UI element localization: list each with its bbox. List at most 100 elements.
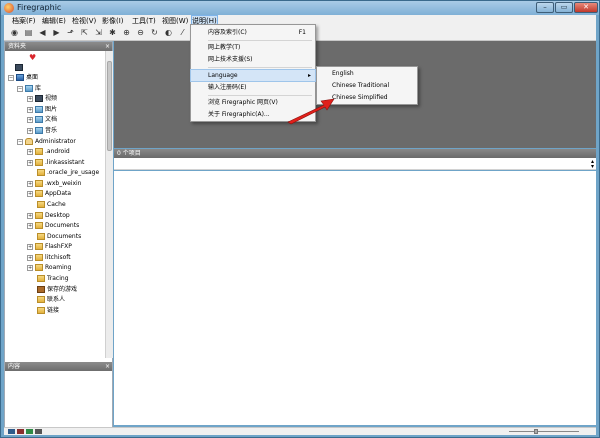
import-icon[interactable]: ⇲ [93,27,104,39]
status-square [17,429,24,434]
tree-scroll-thumb[interactable] [107,61,112,151]
printer-icon[interactable]: ▤ [23,27,34,39]
tree-item[interactable]: Cache [37,200,66,210]
tree-item[interactable]: + Documents [27,221,79,231]
menu-item-label: 输入注册码(E) [208,84,247,91]
rotate-icon[interactable]: ↻ [149,27,160,39]
zoom-slider-track[interactable] [509,431,579,432]
camera-icon[interactable]: ◉ [9,27,20,39]
zoom-in-icon[interactable]: ⊕ [121,27,132,39]
tree-item[interactable]: + Desktop [27,211,70,221]
tree-item[interactable]: Documents [37,232,81,242]
shortcut-label: F1 [298,29,306,36]
tree-item[interactable]: ♥ [29,53,38,63]
export-icon[interactable]: ⇱ [79,27,90,39]
tree-label: 音乐 [45,127,58,134]
tree-label: .oracle_jre_usage [47,169,100,176]
tree-item[interactable]: + Roaming [27,263,71,273]
folders-close-button[interactable]: × [105,42,110,51]
expand-icon[interactable]: + [27,95,33,102]
menu-divider [208,40,312,41]
menu-tools[interactable]: 工具(T) [132,16,156,26]
up-icon[interactable]: ⬏ [65,27,76,39]
expand-icon[interactable]: + [27,254,33,261]
expand-icon[interactable]: + [27,127,33,134]
expand-icon[interactable]: + [27,180,33,187]
tree-item[interactable]: + .linkassistant [27,158,84,168]
tree-item[interactable]: + .android [27,147,70,157]
maximize-button[interactable]: ▭ [555,2,573,13]
language-chinese-traditional[interactable]: Chinese Traditional [317,80,417,92]
expand-icon[interactable]: + [27,212,33,219]
expand-icon[interactable]: + [27,116,33,123]
tree-item[interactable]: + 图片 [27,105,57,115]
tree-label: 桌面 [26,74,39,81]
scroll-down-icon[interactable]: ▾ [591,163,594,170]
menu-item-support[interactable]: 网上技术支援(S) [191,54,315,65]
tree-item[interactable]: + litchisoft [27,253,71,263]
title-bar[interactable]: Firegraphic – ▭ ✕ [1,1,599,15]
folder-icon [35,159,43,166]
content-close-button[interactable]: × [105,362,110,371]
collapse-icon[interactable]: − [17,138,23,145]
menu-item-language[interactable]: Language ▸ [190,69,316,82]
expand-icon[interactable]: + [27,159,33,166]
expand-icon[interactable]: + [27,148,33,155]
menu-item-contents[interactable]: 内容及索引(C) F1 [191,27,315,38]
menu-item-label: 网上技术支援(S) [208,56,253,63]
menu-item-label: 浏览 Firegraphic 网页(V) [208,99,278,106]
back-icon[interactable]: ◀ [37,27,48,39]
tree-item[interactable]: 联系人 [37,295,65,305]
half-icon[interactable]: ◐ [163,27,174,39]
status-bar [4,427,596,435]
tree-item[interactable]: + .wxb_weixin [27,179,81,189]
zoom-out-icon[interactable]: ⊖ [135,27,146,39]
expand-icon[interactable]: + [27,222,33,229]
tree-scrollbar[interactable] [105,51,113,358]
menu-file[interactable]: 档案(F) [12,16,36,26]
tree-item[interactable]: + 音乐 [27,126,57,136]
expand-icon[interactable]: + [27,243,33,250]
tree-item[interactable] [15,63,25,73]
tree-item[interactable]: + FlashFXP [27,242,72,252]
folder-icon [35,180,43,187]
status-square [26,429,33,434]
tree-item-library[interactable]: − 库 [17,84,41,94]
folder-icon [37,233,45,240]
menu-view[interactable]: 检视(V) [72,16,96,26]
expand-icon[interactable]: + [27,106,33,113]
wand-icon[interactable]: ⁄ [177,27,188,39]
file-list-bar[interactable]: ▴ ▾ [114,158,596,170]
tree-item-administrator[interactable]: − Administrator [17,137,76,147]
menu-item-register[interactable]: 输入注册码(E) [191,82,315,93]
tree-label: 联系人 [47,296,66,303]
forward-icon[interactable]: ▶ [51,27,62,39]
expand-icon[interactable]: + [27,264,33,271]
close-button[interactable]: ✕ [574,2,598,13]
settings-icon[interactable]: ✱ [107,27,118,39]
menu-window[interactable]: 视图(W) [162,16,188,26]
folders-pane: 资料夹 × ♥ − 桌面 − 库 + 视频 + 图片 + 文档 + 音乐 − Administ… [4,41,113,429]
tree-item[interactable]: .oracle_jre_usage [37,168,99,178]
tree-item[interactable]: + 文档 [27,115,57,125]
menu-image[interactable]: 影像(I) [102,16,124,26]
expand-icon[interactable]: + [27,190,33,197]
collapse-icon[interactable]: − [8,74,14,81]
tree-label: Documents [45,222,80,229]
tree-item-desktop[interactable]: − 桌面 [8,73,38,83]
tree-item[interactable]: 保存的游戏 [37,285,77,295]
tree-item[interactable]: + 视频 [27,94,57,104]
menu-item-tutorial[interactable]: 网上教学(T) [191,42,315,53]
tree-item[interactable]: 链接 [37,306,59,316]
language-english[interactable]: English [317,68,417,80]
tree-item[interactable]: Tracing [37,274,69,284]
minimize-button[interactable]: – [536,2,554,13]
zoom-slider-knob[interactable] [534,429,538,434]
collapse-icon[interactable]: − [17,85,23,92]
game-icon [37,286,45,293]
tree-item[interactable]: + AppData [27,189,71,199]
menu-edit[interactable]: 编辑(E) [42,16,66,26]
file-list-area[interactable] [114,171,596,425]
documents-icon [35,116,43,123]
status-square [8,429,15,434]
